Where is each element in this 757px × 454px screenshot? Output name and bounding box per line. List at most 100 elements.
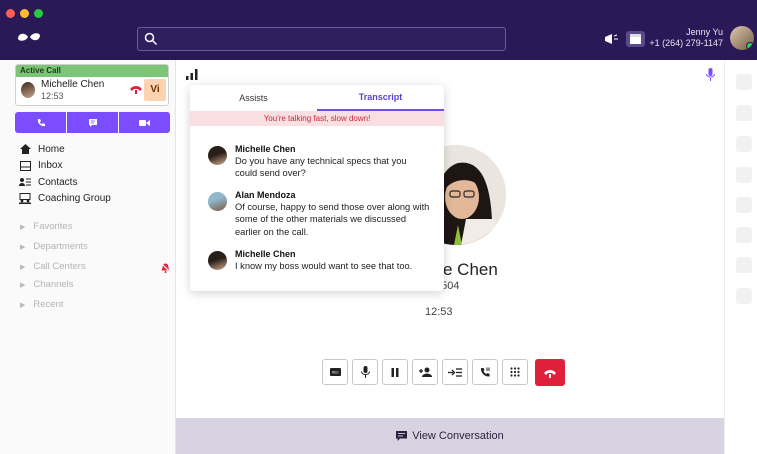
message-text: Do you have any technical specs that you… (235, 156, 407, 179)
signal-strength-icon[interactable] (186, 69, 198, 80)
rail-item[interactable] (736, 136, 752, 152)
contacts-icon (18, 177, 32, 187)
active-call-duration: 12:53 (41, 91, 64, 101)
merge-icon (480, 367, 489, 377)
transfer-button[interactable] (442, 359, 468, 385)
active-call-card[interactable]: Active Call Michelle Chen 12:53 Vi (15, 64, 169, 106)
main-nav: Home Inbox Contacts Coaching Group (18, 141, 111, 207)
section-departments[interactable]: ▶ Departments (20, 241, 88, 252)
phone-icon (37, 118, 45, 126)
inbox-icon (18, 160, 32, 171)
coaching-icon (18, 193, 32, 205)
rail-item[interactable] (736, 167, 752, 183)
nav-item-home[interactable]: Home (18, 141, 111, 158)
expand-arrow-icon: ▶ (20, 281, 26, 289)
nav-item-label: Coaching Group (38, 193, 111, 205)
hang-up-icon (544, 369, 556, 378)
avatar (208, 192, 227, 211)
message-speaker: Michelle Chen (235, 249, 296, 259)
end-call-button[interactable] (535, 359, 565, 386)
minimize-window-button[interactable] (20, 9, 29, 18)
merge-button[interactable] (472, 359, 498, 385)
hold-button[interactable] (382, 359, 408, 385)
current-user[interactable]: Jenny Yu +1 (264) 279-1147 (649, 27, 723, 49)
active-call-header: Active Call (16, 65, 168, 77)
svg-text:REC: REC (332, 371, 339, 375)
record-button[interactable]: REC (322, 359, 348, 385)
vi-button[interactable]: Vi (144, 79, 166, 101)
avatar (208, 251, 227, 270)
keypad-button[interactable] (502, 359, 528, 385)
rail-item[interactable] (736, 257, 752, 273)
nav-item-inbox[interactable]: Inbox (18, 158, 111, 175)
alert-off-icon (161, 263, 170, 273)
section-label: Channels (33, 279, 74, 290)
transfer-icon (448, 367, 462, 377)
search-input[interactable] (137, 27, 506, 51)
view-conversation-label: View Conversation (412, 430, 504, 442)
popup-tabs: Assists Transcript (190, 85, 444, 111)
section-label: Departments (33, 241, 88, 252)
home-icon (18, 144, 32, 155)
section-label: Favorites (33, 221, 73, 232)
section-recent[interactable]: ▶ Recent (20, 299, 64, 310)
add-participant-icon (418, 367, 432, 377)
view-conversation-button[interactable]: View Conversation (176, 418, 724, 454)
nav-item-contacts[interactable]: Contacts (18, 174, 111, 191)
nav-item-label: Inbox (38, 160, 63, 172)
tab-transcript[interactable]: Transcript (317, 85, 444, 111)
mic-icon[interactable] (706, 68, 715, 81)
section-favorites[interactable]: ▶ Favorites (20, 221, 72, 232)
pause-icon (391, 367, 399, 377)
add-participant-button[interactable] (412, 359, 438, 385)
active-call-contact: Michelle Chen (41, 79, 105, 90)
nav-item-label: Home (38, 143, 65, 155)
top-bar: Jenny Yu +1 (264) 279-1147 (0, 0, 757, 60)
section-channels[interactable]: ▶ Channels (20, 279, 74, 290)
mute-button[interactable] (352, 359, 378, 385)
tab-assists[interactable]: Assists (190, 85, 317, 111)
phone-button[interactable] (15, 112, 66, 133)
assist-popup: Assists Transcript You're talking fast, … (190, 85, 444, 291)
avatar[interactable] (730, 26, 754, 50)
avatar (208, 146, 227, 165)
app-logo (18, 33, 40, 41)
nav-item-label: Contacts (38, 176, 78, 188)
message-speaker: Alan Mendoza (235, 190, 296, 200)
video-button[interactable] (119, 112, 170, 133)
right-rail (724, 60, 757, 454)
section-label: Call Centers (33, 261, 86, 272)
search-icon (144, 32, 158, 46)
online-status-icon (746, 42, 754, 50)
video-icon (139, 119, 150, 126)
message-icon (88, 118, 97, 127)
calendar-icon[interactable] (626, 31, 645, 47)
expand-arrow-icon: ▶ (20, 243, 26, 251)
user-phone: +1 (264) 279-1147 (649, 38, 723, 48)
rail-item[interactable] (736, 74, 752, 90)
message-button[interactable] (67, 112, 118, 133)
expand-arrow-icon: ▶ (20, 223, 26, 231)
nav-item-coaching-group[interactable]: Coaching Group (18, 191, 111, 208)
message-speaker: Michelle Chen (235, 144, 296, 154)
call-timer: 12:53 (425, 306, 453, 318)
close-window-button[interactable] (6, 9, 15, 18)
section-call-centers[interactable]: ▶ Call Centers (20, 261, 86, 272)
record-icon: REC (329, 368, 341, 376)
section-label: Recent (33, 299, 64, 310)
rail-item[interactable] (736, 197, 752, 213)
rail-item[interactable] (736, 227, 752, 243)
hang-up-icon[interactable] (129, 84, 143, 94)
message-text: Of course, happy to send those over alon… (235, 202, 430, 237)
pace-warning: You're talking fast, slow down! (190, 111, 444, 126)
call-action-bar (15, 112, 170, 133)
rail-item[interactable] (736, 288, 752, 304)
rail-item[interactable] (736, 105, 752, 121)
megaphone-icon[interactable] (602, 31, 621, 47)
expand-arrow-icon: ▶ (20, 301, 26, 309)
expand-arrow-icon: ▶ (20, 263, 26, 271)
message-text: I know my boss would want to see that to… (235, 261, 413, 271)
maximize-window-button[interactable] (34, 9, 43, 18)
contact-avatar (21, 82, 35, 98)
window-controls (6, 9, 43, 18)
